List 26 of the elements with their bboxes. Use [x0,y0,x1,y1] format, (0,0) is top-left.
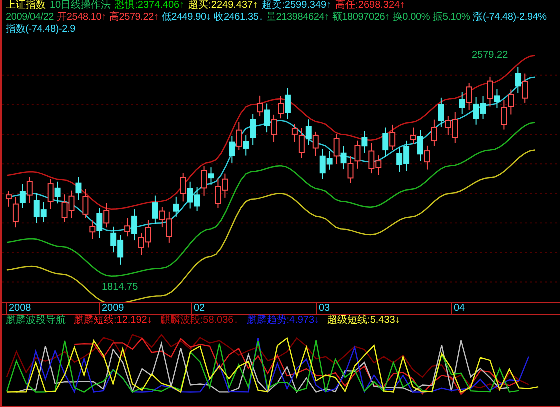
quote-value: 收2461.35↓ [214,12,264,24]
quote-value: 指数(-74.48)-2.9 [6,24,76,36]
quote-value: 高2579.22↑ [109,12,159,24]
indicator-value: 超买:2249.437↑ [188,0,258,12]
time-axis-label: 2009 [102,303,124,314]
indicator-title: 麒麟波段导航 [6,315,66,327]
time-axis-label: 04 [454,303,466,314]
method-name: 10日线操作法 [50,0,112,12]
indicator-line-value: 麒麟趋势:4.973↓ [246,315,320,327]
index-name: 上证指数 [6,0,46,12]
quote-value: 2009/04/22 [6,12,54,24]
quote-value: 换0.00% [392,12,430,24]
quote-value: 开2548.10↑ [57,12,106,24]
indicator-line-value: 麒麟短线:12.192↓ [74,315,152,327]
time-axis-label: 03 [319,303,330,314]
indicator-value: 恐惧:2374.406↑ [115,0,185,12]
time-axis-label: 02 [194,303,206,314]
indicator-value: 超卖:2599.349↑ [262,0,332,12]
indicator-line-value: 麒麟波段:58.036↓ [160,315,239,327]
quote-value: 量213984624↑ [266,12,330,24]
quote-value: 涨(-74.48)-2.94% [473,12,547,24]
indicator-line-value: 超级短线:5.433↓ [328,315,400,327]
quote-value: 振5.10% [433,12,470,24]
time-axis-label: 2008 [9,303,32,314]
quote-value: 额18097026↑ [332,12,390,24]
quote-value: 低2449.90↓ [162,12,212,24]
